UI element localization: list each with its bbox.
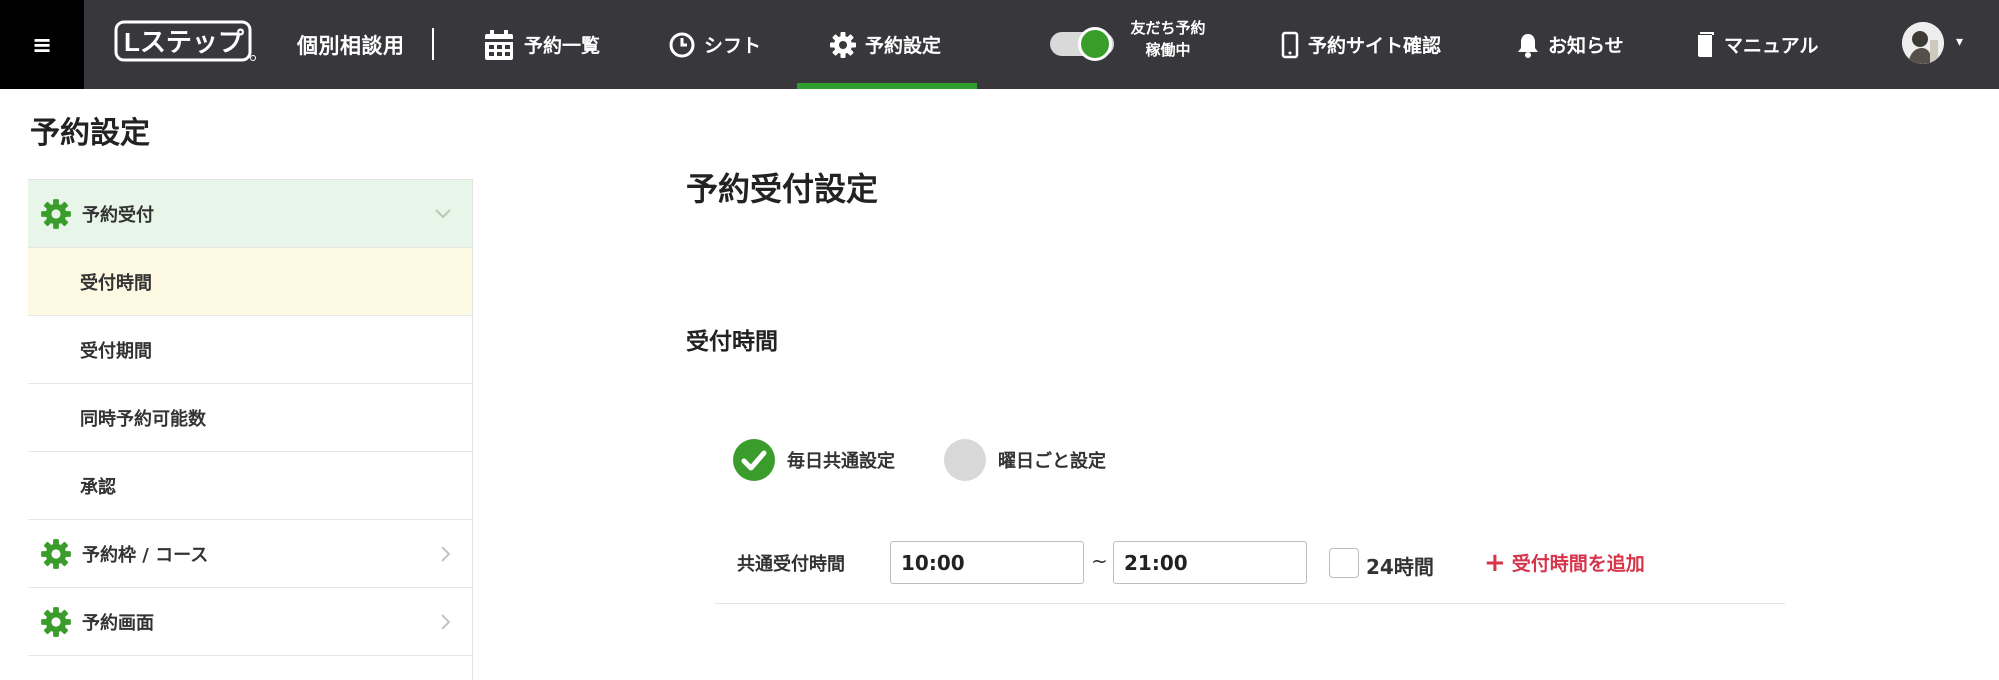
top-navigation-bar: ≡ Lステップ 個別相談用 予約一覧 シフト 予約設定 友だち予約 稼働中 予約…: [0, 0, 1999, 89]
all-day-checkbox-label: 24時間: [1366, 555, 1434, 579]
toggle-knob: [1078, 27, 1112, 61]
nav-reservation-list[interactable]: 予約一覧: [482, 0, 600, 89]
avatar-dropdown-caret-icon[interactable]: ▾: [1956, 34, 1963, 50]
nav-reservation-settings[interactable]: 予約設定: [829, 0, 941, 89]
hamburger-menu-button[interactable]: ≡: [0, 0, 84, 89]
sidebar-item-label: 受付時間: [80, 272, 152, 294]
user-photo-icon: [1902, 22, 1944, 64]
chevron-down-icon: [435, 208, 451, 218]
range-separator: ~: [1091, 549, 1108, 573]
nav-shift-label: シフト: [704, 35, 762, 57]
acceptance-hours-heading: 受付時間: [686, 329, 778, 355]
radio-per-weekday[interactable]: 曜日ごと設定: [944, 438, 1106, 482]
toggle-label-line2: 稼働中: [1145, 41, 1191, 59]
sidebar-item-approval[interactable]: 承認: [28, 452, 472, 520]
nav-shift[interactable]: シフト: [668, 0, 761, 89]
plus-icon: +: [1484, 547, 1506, 578]
radio-checked-icon: [733, 439, 775, 481]
main-section-title: 予約受付設定: [686, 170, 879, 208]
sidebar-group-reservation-acceptance[interactable]: 予約受付: [28, 180, 472, 248]
sidebar-group-slots-courses[interactable]: 予約枠 / コース: [28, 520, 472, 588]
sidebar-item-concurrent-reservations[interactable]: 同時予約可能数: [28, 384, 472, 452]
checkmark-icon: [741, 450, 767, 471]
account-name: 個別相談用: [297, 34, 405, 58]
radio-unchecked-icon: [944, 439, 986, 481]
svg-text:Lステップ: Lステップ: [124, 27, 245, 57]
page-title: 予約設定: [30, 116, 150, 151]
chevron-right-icon: [441, 545, 451, 562]
nav-reservation-settings-label: 予約設定: [865, 35, 942, 57]
toggle-status-label: 友だち予約 稼働中: [1128, 17, 1208, 61]
book-icon: [1698, 31, 1714, 57]
header-divider: [432, 28, 434, 60]
add-link-label: 受付時間を追加: [1511, 553, 1645, 575]
nav-reservation-site-check-label: 予約サイト確認: [1308, 35, 1442, 57]
gear-icon: [41, 606, 71, 637]
radio-daily-common[interactable]: 毎日共通設定: [733, 438, 895, 482]
toggle-label-line1: 友だち予約: [1130, 19, 1206, 37]
nav-reservation-list-label: 予約一覧: [524, 35, 601, 57]
nav-notifications[interactable]: お知らせ: [1516, 0, 1624, 89]
all-day-checkbox[interactable]: [1329, 548, 1359, 578]
sidebar-group-label: 予約受付: [82, 204, 154, 226]
radio-label: 毎日共通設定: [787, 451, 895, 472]
bell-icon: [1518, 33, 1538, 58]
nav-notifications-label: お知らせ: [1548, 35, 1624, 57]
row-divider: [715, 603, 1785, 604]
sidebar-item-acceptance-period[interactable]: 受付期間: [28, 316, 472, 384]
nav-reservation-site-check[interactable]: 予約サイト確認: [1280, 0, 1441, 89]
user-avatar[interactable]: [1902, 22, 1944, 64]
lstep-logo[interactable]: Lステップ: [114, 18, 256, 66]
sidebar-item-label: 受付期間: [80, 340, 152, 362]
smartphone-icon: [1281, 31, 1299, 58]
friend-reservation-toggle[interactable]: [1050, 26, 1118, 61]
sidebar-item-acceptance-hours[interactable]: 受付時間: [28, 248, 472, 316]
sidebar-item-label: 同時予約可能数: [80, 408, 206, 430]
start-time-input[interactable]: [890, 541, 1084, 584]
logo-mark-icon: Lステップ: [114, 20, 256, 62]
sidebar-item-label: 承認: [80, 476, 116, 498]
calendar-icon: [485, 29, 513, 60]
sidebar-group-reservation-screen[interactable]: 予約画面: [28, 588, 472, 656]
chevron-right-icon: [441, 613, 451, 630]
sidebar-group-label: 予約枠 / コース: [82, 544, 209, 566]
gear-icon: [41, 538, 71, 569]
clock-icon: [669, 32, 695, 57]
sidebar-group-label: 予約画面: [82, 612, 154, 634]
end-time-input[interactable]: [1113, 541, 1307, 584]
gear-icon: [41, 198, 71, 229]
common-hours-label: 共通受付時間: [737, 554, 845, 575]
settings-sidebar: 予約受付 受付時間 受付期間 同時予約可能数 承認 予約枠 / コース 予約画面: [28, 179, 473, 680]
nav-manual-label: マニュアル: [1724, 35, 1819, 57]
add-acceptance-hours-link[interactable]: + 受付時間を追加: [1484, 549, 1645, 576]
gear-icon: [830, 31, 856, 58]
radio-label: 曜日ごと設定: [998, 451, 1106, 472]
nav-manual[interactable]: マニュアル: [1694, 0, 1818, 89]
active-tab-indicator: [797, 83, 977, 89]
